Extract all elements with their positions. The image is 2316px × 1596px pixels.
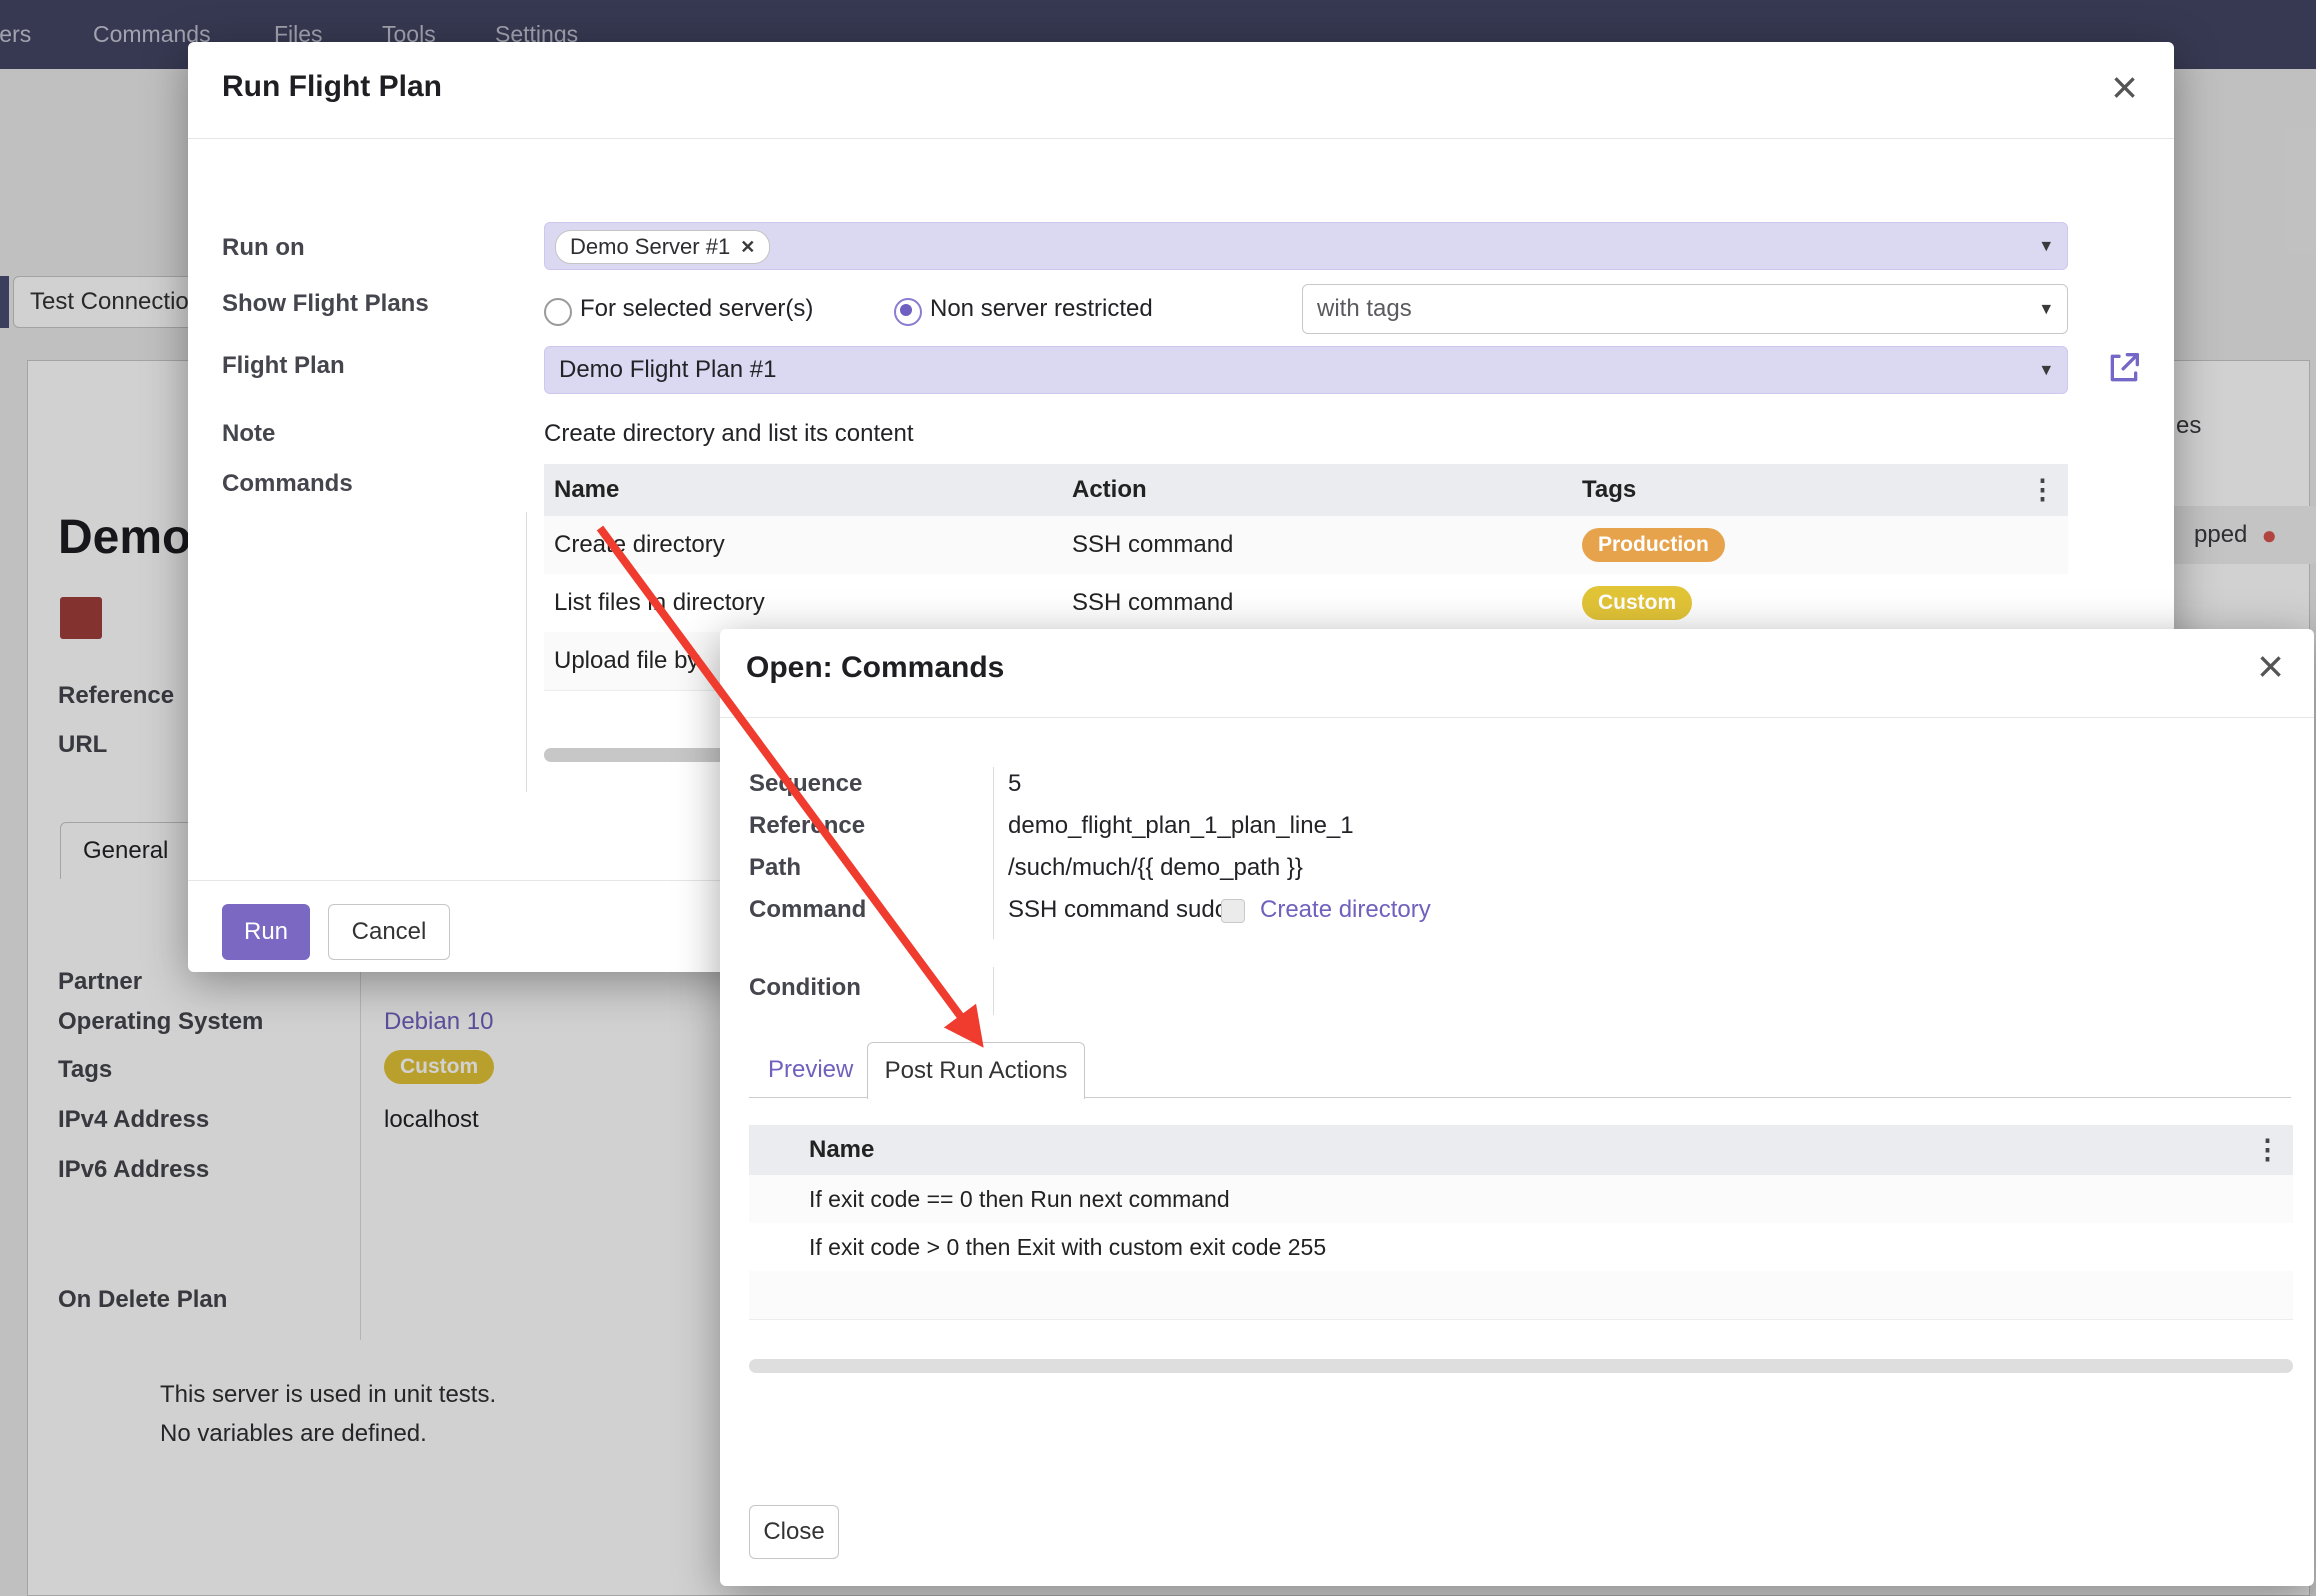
table-options-icon[interactable]: ⋮: [2254, 1135, 2281, 1166]
cell-tags: Production: [1582, 528, 2068, 562]
note-label: Note: [222, 420, 275, 448]
label-separator-line: [526, 512, 527, 792]
table-row[interactable]: If exit code == 0 then Run next command: [749, 1175, 2293, 1224]
radio-non-server-restricted-label[interactable]: Non server restricted: [930, 295, 1153, 323]
close-icon[interactable]: ×: [2111, 64, 2138, 110]
command-checkbox[interactable]: [1221, 899, 1245, 923]
condition-label: Condition: [749, 974, 861, 1002]
server-chip[interactable]: Demo Server #1 ✕: [555, 230, 770, 264]
reference-label: Reference: [749, 812, 865, 840]
path-value: /such/much/{{ demo_path }}: [1008, 854, 1303, 882]
header-tags[interactable]: Tags: [1582, 476, 2068, 504]
tag-badge: Custom: [1582, 586, 1692, 620]
tag-badge: Production: [1582, 528, 1725, 562]
title-divider: [720, 717, 2314, 718]
radio-non-server-restricted[interactable]: [894, 298, 922, 326]
commands-table-header: Name Action Tags ⋮: [544, 464, 2068, 517]
cancel-button[interactable]: Cancel: [328, 904, 450, 960]
close-button[interactable]: Close: [749, 1505, 839, 1559]
cell-name: If exit code == 0 then Run next command: [809, 1186, 2293, 1213]
label-separator-line: [993, 767, 994, 939]
header-action[interactable]: Action: [1072, 476, 1582, 504]
hscroll-bar[interactable]: [749, 1359, 2293, 1373]
run-button[interactable]: Run: [222, 904, 310, 960]
radio-for-selected-servers-label[interactable]: For selected server(s): [580, 295, 813, 323]
command-label: Command: [749, 896, 866, 924]
cell-name: If exit code > 0 then Exit with custom e…: [809, 1234, 2293, 1261]
header-name[interactable]: Name: [809, 1136, 2293, 1164]
commands-modal-title: Open: Commands: [746, 651, 1004, 685]
actions-table-header: Name ⋮: [749, 1125, 2293, 1176]
note-value: Create directory and list its content: [544, 420, 914, 448]
chevron-down-icon[interactable]: ▾: [2041, 298, 2051, 321]
chevron-down-icon[interactable]: ▾: [2041, 359, 2051, 382]
label-separator-line: [993, 967, 994, 1015]
run-on-tags-field[interactable]: Demo Server #1 ✕ ▾: [544, 222, 2068, 270]
command-link[interactable]: Create directory: [1260, 896, 1431, 924]
cell-action: SSH command: [1072, 589, 1582, 617]
chevron-down-icon[interactable]: ▾: [2041, 235, 2051, 258]
table-row[interactable]: If exit code > 0 then Exit with custom e…: [749, 1223, 2293, 1272]
sequence-label: Sequence: [749, 770, 862, 798]
table-options-icon[interactable]: ⋮: [2029, 475, 2056, 506]
external-link-icon[interactable]: [2104, 348, 2144, 388]
cell-name: List files in directory: [544, 589, 1072, 617]
flight-plan-select[interactable]: Demo Flight Plan #1 ▾: [544, 346, 2068, 394]
table-row[interactable]: List files in directory SSH command Cust…: [544, 574, 2068, 633]
tags-filter-select[interactable]: with tags ▾: [1302, 284, 2068, 334]
table-row[interactable]: Create directory SSH command Production: [544, 516, 2068, 575]
command-value: SSH command sudo: [1008, 896, 1228, 924]
title-divider: [188, 138, 2174, 139]
cell-tags: Custom: [1582, 586, 2068, 620]
tab-post-run-actions-label: Post Run Actions: [885, 1057, 1068, 1085]
close-icon[interactable]: ×: [2257, 643, 2284, 689]
chip-remove-icon[interactable]: ✕: [740, 237, 755, 258]
radio-for-selected-servers[interactable]: [544, 298, 572, 326]
open-commands-modal: Open: Commands × Sequence Reference Path…: [720, 629, 2314, 1586]
commands-label: Commands: [222, 470, 353, 498]
cell-name: Create directory: [544, 531, 1072, 559]
path-label: Path: [749, 854, 801, 882]
cell-action: SSH command: [1072, 531, 1582, 559]
tags-filter-value: with tags: [1317, 295, 1412, 323]
table-row-empty: [749, 1271, 2293, 1320]
flight-plan-value: Demo Flight Plan #1: [559, 356, 776, 384]
reference-value: demo_flight_plan_1_plan_line_1: [1008, 812, 1354, 840]
header-name[interactable]: Name: [544, 476, 1072, 504]
run-modal-title: Run Flight Plan: [222, 70, 442, 104]
tab-preview[interactable]: Preview: [768, 1056, 853, 1084]
tab-post-run-actions[interactable]: Post Run Actions: [867, 1042, 1085, 1099]
sequence-value: 5: [1008, 770, 1021, 798]
show-flight-plans-label: Show Flight Plans: [222, 290, 429, 318]
screen: Servers Commands Files Tools Settings Te…: [0, 0, 2316, 1596]
server-chip-label: Demo Server #1: [570, 234, 730, 260]
flight-plan-label: Flight Plan: [222, 352, 345, 380]
run-on-label: Run on: [222, 234, 305, 262]
